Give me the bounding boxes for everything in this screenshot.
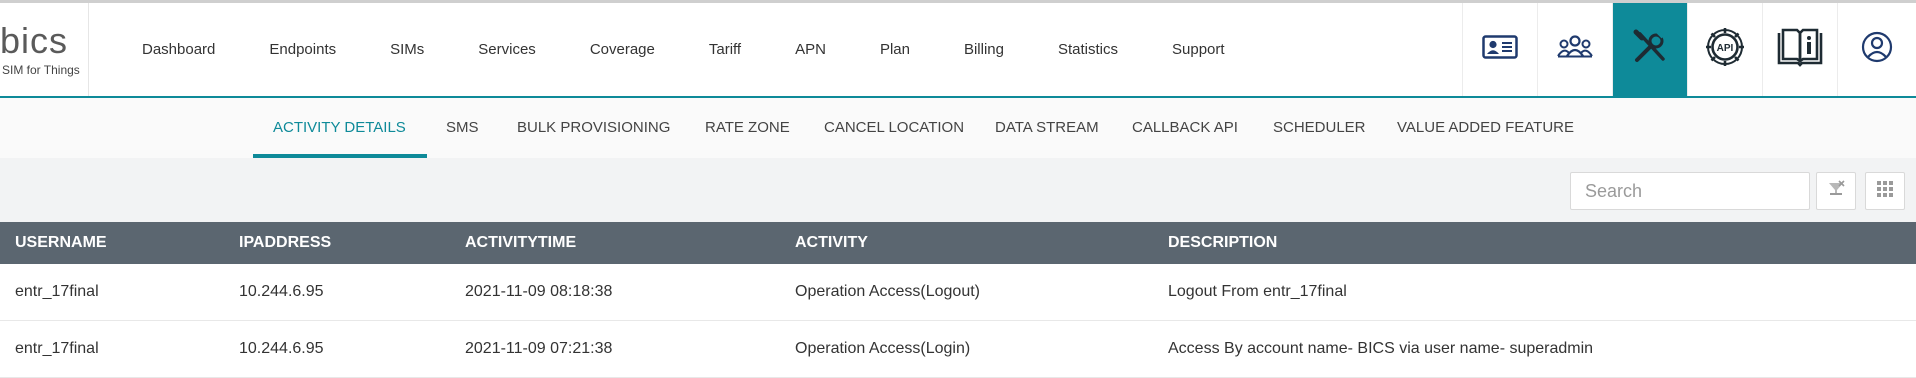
cell-activity: Operation Access(Login): [795, 340, 971, 357]
tab-callback-api[interactable]: CALLBACK API: [1132, 98, 1238, 158]
users-group-icon: [1556, 34, 1594, 65]
book-info-icon: [1776, 27, 1824, 72]
nav-statistics[interactable]: Statistics: [1058, 41, 1118, 58]
cell-description: Logout From entr_17final: [1168, 283, 1347, 300]
brand-name: bics: [0, 20, 69, 61]
brand-logo[interactable]: bics SIM for Things: [0, 3, 89, 96]
column-header-description[interactable]: DESCRIPTION: [1168, 222, 1277, 264]
cell-username: entr_17final: [15, 283, 99, 300]
column-header-username[interactable]: USERNAME: [15, 222, 107, 264]
top-header: bics SIM for Things Dashboard Endpoints …: [0, 3, 1916, 98]
table-row[interactable]: entr_17final 10.244.6.95 2021-11-09 08:1…: [0, 264, 1916, 321]
tab-value-added-feature[interactable]: VALUE ADDED FEATURE: [1397, 98, 1574, 158]
tab-activity-details[interactable]: ACTIVITY DETAILS: [273, 98, 406, 158]
header-icon-bar: API: [1462, 3, 1916, 96]
documentation-button[interactable]: [1762, 3, 1837, 96]
nav-endpoints[interactable]: Endpoints: [269, 41, 336, 58]
nav-sims[interactable]: SIMs: [390, 41, 424, 58]
grid-icon: [1876, 180, 1894, 203]
tab-rate-zone[interactable]: RATE ZONE: [705, 98, 790, 158]
tab-cancel-location[interactable]: CANCEL LOCATION: [824, 98, 964, 158]
nav-services[interactable]: Services: [478, 41, 536, 58]
id-card-button[interactable]: [1462, 3, 1537, 96]
api-gear-icon: API: [1703, 25, 1747, 74]
nav-support[interactable]: Support: [1172, 41, 1225, 58]
cell-activitytime: 2021-11-09 07:21:38: [465, 340, 613, 357]
nav-plan[interactable]: Plan: [880, 41, 910, 58]
nav-coverage[interactable]: Coverage: [590, 41, 655, 58]
column-chooser-button[interactable]: [1865, 172, 1905, 210]
cell-username: entr_17final: [15, 340, 99, 357]
cell-description: Access By account name- BICS via user na…: [1168, 340, 1594, 357]
table-header: USERNAME IPADDRESS ACTIVITYTIME ACTIVITY…: [0, 222, 1916, 264]
column-header-activity[interactable]: ACTIVITY: [795, 222, 868, 264]
api-gear-label: API: [1717, 43, 1734, 54]
nav-dashboard[interactable]: Dashboard: [142, 41, 215, 58]
tools-icon: [1631, 28, 1669, 71]
clear-filter-button[interactable]: [1816, 172, 1856, 210]
users-button[interactable]: [1537, 3, 1612, 96]
tools-button[interactable]: [1612, 3, 1687, 96]
table-row[interactable]: entr_17final 10.244.6.95 2021-11-09 07:2…: [0, 321, 1916, 378]
tab-bulk-provisioning[interactable]: BULK PROVISIONING: [517, 98, 670, 158]
clear-filter-icon: [1826, 179, 1846, 203]
user-profile-button[interactable]: [1837, 3, 1916, 96]
nav-billing[interactable]: Billing: [964, 41, 1004, 58]
tab-scheduler[interactable]: SCHEDULER: [1273, 98, 1366, 158]
brand-tagline: SIM for Things: [2, 63, 80, 77]
cell-ipaddress: 10.244.6.95: [239, 283, 324, 300]
column-header-ipaddress[interactable]: IPADDRESS: [239, 222, 331, 264]
tab-data-stream[interactable]: DATA STREAM: [995, 98, 1099, 158]
cell-activity: Operation Access(Logout): [795, 283, 980, 300]
nav-tariff[interactable]: Tariff: [709, 41, 741, 58]
api-button[interactable]: API: [1687, 3, 1762, 96]
column-header-activitytime[interactable]: ACTIVITYTIME: [465, 222, 576, 264]
nav-apn[interactable]: APN: [795, 41, 826, 58]
user-profile-icon: [1861, 31, 1893, 68]
sub-navigation: ACTIVITY DETAILS SMS BULK PROVISIONING R…: [0, 98, 1916, 158]
tab-sms[interactable]: SMS: [446, 98, 479, 158]
cell-ipaddress: 10.244.6.95: [239, 340, 324, 357]
main-nav: Dashboard Endpoints SIMs Services Covera…: [142, 3, 1279, 96]
table-toolbar: [0, 158, 1916, 222]
search-input[interactable]: [1570, 172, 1810, 210]
id-card-icon: [1482, 35, 1518, 64]
cell-activitytime: 2021-11-09 08:18:38: [465, 283, 613, 300]
